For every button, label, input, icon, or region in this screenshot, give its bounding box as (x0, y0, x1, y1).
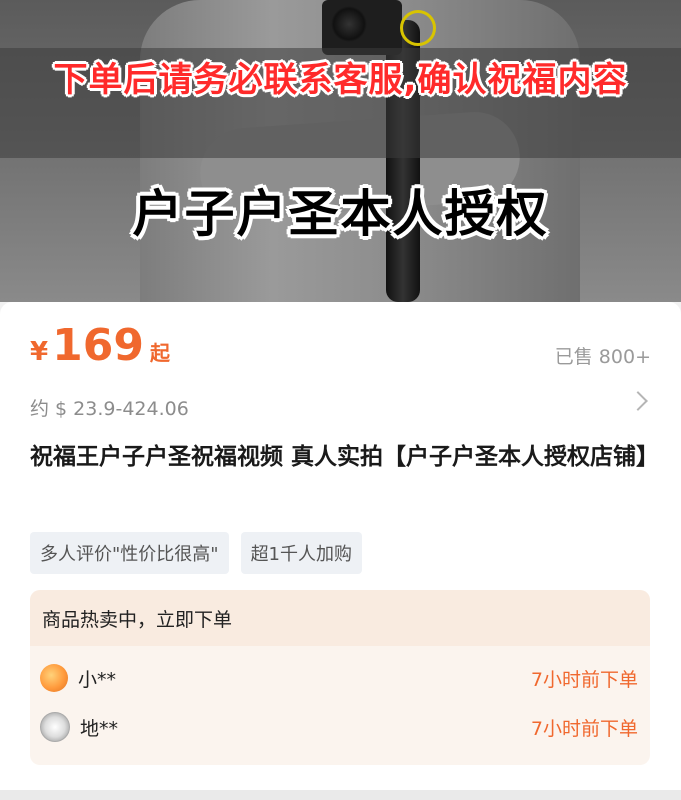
chevron-right-icon[interactable] (628, 391, 648, 411)
price-suffix: 起 (149, 341, 170, 365)
hot-sale-heading: 商品热卖中，立即下单 (30, 590, 650, 646)
avatar (40, 664, 68, 692)
order-time: 7小时前下单 (530, 717, 638, 740)
camera-strap-graphic (400, 10, 436, 46)
sold-count: 已售 800+ (554, 346, 651, 368)
product-main-image[interactable]: 下单后请务必联系客服,确认祝福内容 户子户圣本人授权 (0, 0, 681, 302)
product-title: 祝福王户子户圣祝福视频 真人实拍【户子户圣本人授权店铺】 (30, 444, 660, 470)
price-row: ¥ 169 起 (30, 324, 170, 378)
price-value: 169 (52, 320, 144, 371)
camera-lens-graphic (331, 6, 367, 42)
bottom-divider (0, 790, 681, 800)
order-user: 小** (78, 668, 117, 691)
hot-sale-panel: 商品热卖中，立即下单 小** 7小时前下单 地** 7小时前下单 (30, 590, 650, 765)
currency-symbol: ¥ (30, 337, 49, 367)
product-page: 下单后请务必联系客服,确认祝福内容 户子户圣本人授权 ¥ 169 起 已售 80… (0, 0, 681, 800)
avatar (40, 712, 70, 742)
product-info-card: ¥ 169 起 已售 800+ 约 $ 23.9-424.06 祝福王户子户圣祝… (0, 302, 681, 800)
order-user: 地** (80, 717, 119, 740)
product-tags: 多人评价"性价比很高" 超1千人加购 (30, 532, 363, 574)
banner-middle-text: 户子户圣本人授权 (132, 185, 549, 243)
approx-price[interactable]: 约 $ 23.9-424.06 (30, 394, 189, 421)
order-item: 地** 7小时前下单 (40, 707, 638, 747)
tag-rating[interactable]: 多人评价"性价比很高" (30, 532, 229, 574)
tag-cart-count[interactable]: 超1千人加购 (240, 532, 363, 574)
order-time: 7小时前下单 (530, 668, 638, 691)
banner-top-text: 下单后请务必联系客服,确认祝福内容 (53, 60, 628, 100)
order-item: 小** 7小时前下单 (40, 658, 638, 698)
